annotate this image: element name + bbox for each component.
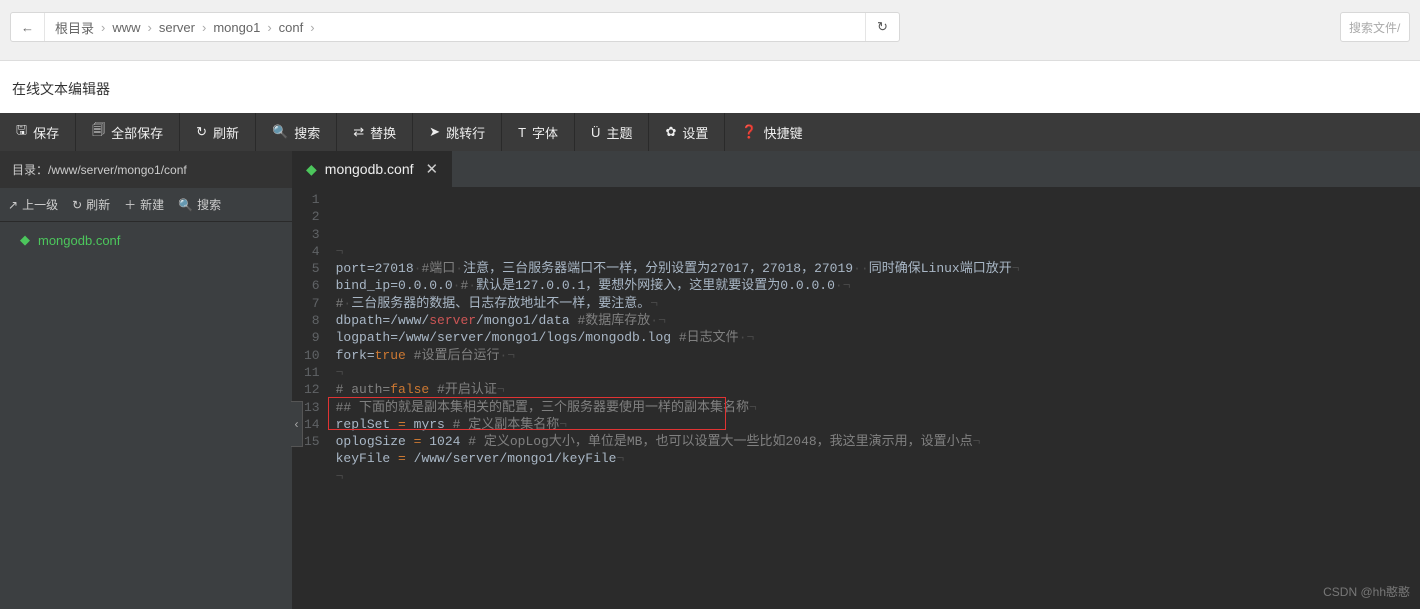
code-line[interactable] (336, 485, 1020, 502)
close-icon[interactable]: ✕ (422, 160, 439, 178)
code-editor[interactable]: 123456789101112131415 ¬port=27018·#端口·注意… (292, 187, 1420, 609)
chevron-icon: › (199, 20, 209, 35)
font-button[interactable]: T 字体 (502, 113, 575, 151)
collapse-button[interactable]: ‹ (291, 401, 303, 447)
goto-button[interactable]: ➤ 跳转行 (413, 113, 502, 151)
breadcrumb-container: ← 根目录› www› server› mongo1› conf› ↻ (10, 12, 900, 42)
file-icon: ◆ (306, 161, 317, 178)
code-line[interactable]: fork=true #设置后台运行·¬ (336, 347, 1020, 364)
toolbar-label: 保存 (33, 123, 59, 142)
new-icon: ＋ (124, 196, 136, 213)
toolbar-label: 全部保存 (111, 123, 163, 142)
code-line[interactable]: ¬ (336, 243, 1020, 260)
theme-button[interactable]: Ü 主题 (575, 113, 649, 151)
chevron-icon: › (307, 20, 317, 35)
back-button[interactable]: ← (11, 13, 45, 41)
settings-button[interactable]: ✿ 设置 (649, 113, 725, 151)
replace-button[interactable]: ⇄ 替换 (337, 113, 413, 151)
save-all-icon: 🗐 (92, 121, 105, 143)
search-input[interactable]: 搜索文件/ (1340, 12, 1410, 42)
file-icon: ◆ (20, 232, 30, 248)
top-bar: ← 根目录› www› server› mongo1› conf› ↻ 搜索文件… (0, 0, 1420, 61)
search-icon: 🔍 (178, 198, 193, 212)
chevron-icon: › (264, 20, 274, 35)
breadcrumb-segment[interactable]: mongo1 (209, 20, 264, 35)
breadcrumb-segment[interactable]: server (155, 20, 199, 35)
code-line[interactable]: #·三台服务器的数据、日志存放地址不一样，要注意。¬ (336, 295, 1020, 312)
shortcut-button[interactable]: ❓ 快捷键 (725, 113, 818, 151)
code-line[interactable]: oplogSize = 1024 # 定义opLog大小，单位是MB，也可以设置… (336, 433, 1020, 450)
replace-icon: ⇄ (353, 124, 364, 140)
code-content[interactable]: ¬port=27018·#端口·注意，三台服务器端口不一样，分别设置为27017… (328, 187, 1028, 609)
toolbar-label: 搜索 (294, 123, 320, 142)
search-button[interactable]: 🔍 搜索 (256, 113, 337, 151)
chevron-icon: › (145, 20, 155, 35)
settings-icon: ✿ (665, 124, 676, 140)
up-icon: ↗ (8, 198, 18, 212)
code-line[interactable]: ¬ (336, 468, 1020, 485)
file-panel: 目录：/www/server/mongo1/conf ↗ 上一级 ↻ 刷新 ＋新建 🔍 搜索… (0, 151, 292, 609)
toolbar-label: 刷新 (213, 123, 239, 142)
font-icon: T (518, 125, 526, 140)
code-line[interactable]: # auth=false #开启认证¬ (336, 381, 1020, 398)
line-gutter: 123456789101112131415 (292, 187, 328, 609)
code-line[interactable]: ¬ (336, 364, 1020, 381)
breadcrumb-segment[interactable]: 根目录 (51, 18, 98, 37)
toolbar-label: 主题 (606, 123, 632, 142)
main-area: 目录：/www/server/mongo1/conf ↗ 上一级 ↻ 刷新 ＋新建 🔍 搜索… (0, 151, 1420, 609)
file-item[interactable]: ◆ mongodb.conf (0, 222, 292, 258)
tab-bar: ◆ mongodb.conf ✕ (292, 151, 1420, 187)
refresh-icon: ↻ (72, 198, 82, 212)
breadcrumb-path: 根目录› www› server› mongo1› conf› (45, 18, 865, 37)
save-button[interactable]: 🖫 保存 (0, 113, 76, 151)
toolbar: 🖫 保存 🗐 全部保存 ↻ 刷新 🔍 搜索 ⇄ 替换 ➤ 跳转行 T 字体 Ü 主题 ✿ 设置 ❓ 快捷键 (0, 113, 1420, 151)
tool-label: 新建 (140, 196, 164, 213)
toolbar-label: 字体 (532, 123, 558, 142)
goto-icon: ➤ (429, 124, 440, 140)
page-title: 在线文本编辑器 (0, 61, 1420, 113)
toolbar-label: 设置 (682, 123, 708, 142)
refresh-icon: ↻ (196, 124, 207, 140)
up-tool[interactable]: ↗ 上一级 (8, 196, 58, 213)
panel-tools: ↗ 上一级 ↻ 刷新 ＋新建 🔍 搜索 (0, 188, 292, 222)
search-tool[interactable]: 🔍 搜索 (178, 196, 221, 213)
panel-title: 目录：/www/server/mongo1/conf (0, 151, 292, 188)
toolbar-label: 快捷键 (764, 123, 803, 142)
highlight-box (328, 397, 726, 430)
code-line[interactable]: keyFile = /www/server/mongo1/keyFile¬ (336, 450, 1020, 467)
tool-label: 上一级 (22, 196, 58, 213)
tool-label: 刷新 (86, 196, 110, 213)
breadcrumb-segment[interactable]: www (108, 20, 144, 35)
shortcut-icon: ❓ (741, 124, 757, 140)
save-icon: 🖫 (16, 121, 27, 143)
theme-icon: Ü (591, 125, 600, 140)
refresh-button[interactable]: ↻ 刷新 (180, 113, 256, 151)
save-all-button[interactable]: 🗐 全部保存 (76, 113, 180, 151)
new-tool[interactable]: ＋新建 (124, 196, 164, 213)
toolbar-label: 跳转行 (446, 123, 485, 142)
file-name: mongodb.conf (38, 233, 120, 248)
code-line[interactable]: logpath=/www/server/mongo1/logs/mongodb.… (336, 329, 1020, 346)
refresh-button[interactable]: ↻ (865, 13, 899, 41)
editor-area: ◆ mongodb.conf ✕ 123456789101112131415 ¬… (292, 151, 1420, 609)
editor-tab[interactable]: ◆ mongodb.conf ✕ (292, 151, 452, 187)
watermark: CSDN @hh憨憨 (1323, 583, 1410, 600)
code-line[interactable]: port=27018·#端口·注意，三台服务器端口不一样，分别设置为27017，… (336, 260, 1020, 277)
chevron-icon: › (98, 20, 108, 35)
refresh-tool[interactable]: ↻ 刷新 (72, 196, 110, 213)
search-icon: 🔍 (272, 124, 288, 140)
tab-label: mongodb.conf (325, 161, 414, 177)
code-line[interactable]: bind_ip=0.0.0.0·#·默认是127.0.0.1，要想外网接入，这里… (336, 277, 1020, 294)
code-line[interactable]: dbpath=/www/server/mongo1/data #数据库存放·¬ (336, 312, 1020, 329)
toolbar-label: 替换 (370, 123, 396, 142)
breadcrumb-segment[interactable]: conf (275, 20, 308, 35)
tool-label: 搜索 (197, 196, 221, 213)
